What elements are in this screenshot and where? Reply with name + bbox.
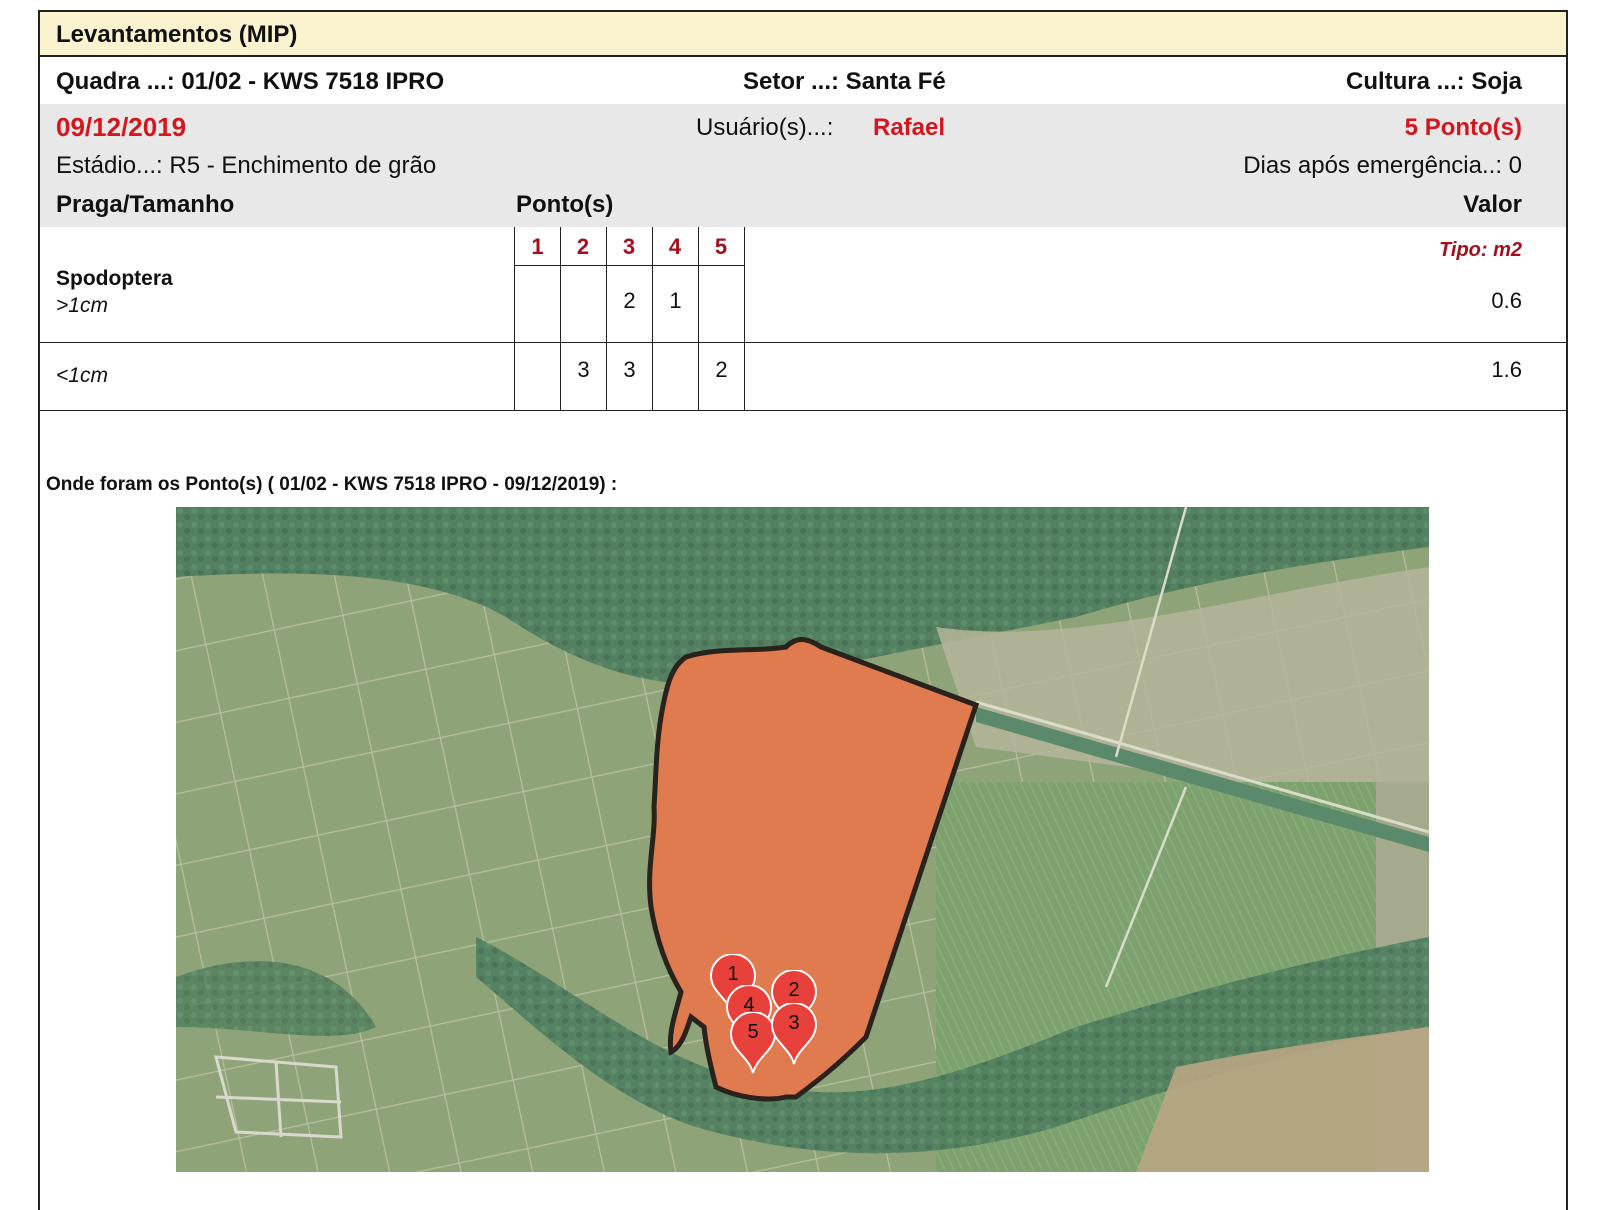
cell-value: 1 (669, 288, 682, 313)
cell-value: 3 (623, 357, 636, 382)
satellite-map[interactable]: 1 2 4 5 3 (176, 507, 1429, 1172)
point-header-3: 3 (606, 227, 652, 266)
pest-table: 1 2 3 4 5 Tipo: m2 Spodoptera >1cm 2 1 0… (40, 227, 1566, 412)
cell-value: 2 (623, 288, 636, 313)
survey-date: 09/12/2019 (56, 112, 187, 142)
point-col-4: 4 (652, 227, 699, 410)
marker-label: 2 (788, 979, 800, 1001)
point-header-5: 5 (698, 227, 744, 266)
point-col-1: 1 (514, 227, 561, 410)
cell-value: 3 (577, 357, 590, 382)
map-svg (176, 507, 1429, 1172)
survey-header: 09/12/2019 Usuário(s)...: Rafael 5 Ponto… (40, 104, 1566, 227)
row-valor: 0.6 (1491, 288, 1522, 313)
map-marker[interactable]: 3 (770, 1002, 818, 1070)
setor-label: Setor ...: Santa Fé (743, 68, 946, 95)
row-valor: 1.6 (1491, 357, 1522, 382)
pontos-count: 5 Ponto(s) (1404, 114, 1522, 141)
usuario-name: Rafael (873, 114, 946, 141)
dias-label: Dias após emergência..: 0 (1243, 152, 1522, 179)
praga-size: >1cm (56, 294, 108, 317)
point-header-4: 4 (652, 227, 698, 266)
cell-value: 2 (715, 357, 728, 382)
marker-label: 3 (788, 1012, 800, 1034)
tipo-label: Tipo: m2 (1439, 239, 1522, 261)
point-header-1: 1 (515, 227, 560, 266)
map-caption: Onde foram os Ponto(s) ( 01/02 - KWS 751… (46, 474, 618, 495)
quadra-label: Quadra ...: 01/02 - KWS 7518 IPRO (56, 68, 445, 95)
praga-size: <1cm (56, 364, 108, 387)
row-divider (40, 410, 1566, 411)
marker-label: 1 (727, 963, 739, 985)
estadio-label: Estádio...: R5 - Enchimento de grão (56, 152, 437, 179)
cultura-label: Cultura ...: Soja (1345, 68, 1522, 95)
praga-name: Spodoptera (56, 267, 173, 290)
usuarios-label: Usuário(s)...: (696, 114, 834, 141)
row-divider (40, 342, 1566, 343)
info-row: Quadra ...: 01/02 - KWS 7518 IPRO Setor … (40, 59, 1566, 104)
col-valor-header: Valor (1463, 191, 1522, 218)
col-pontos-header: Ponto(s) (516, 191, 614, 218)
col-praga-header: Praga/Tamanho (56, 191, 235, 218)
point-header-2: 2 (560, 227, 606, 266)
report-title: Levantamentos (MIP) (40, 12, 1566, 57)
